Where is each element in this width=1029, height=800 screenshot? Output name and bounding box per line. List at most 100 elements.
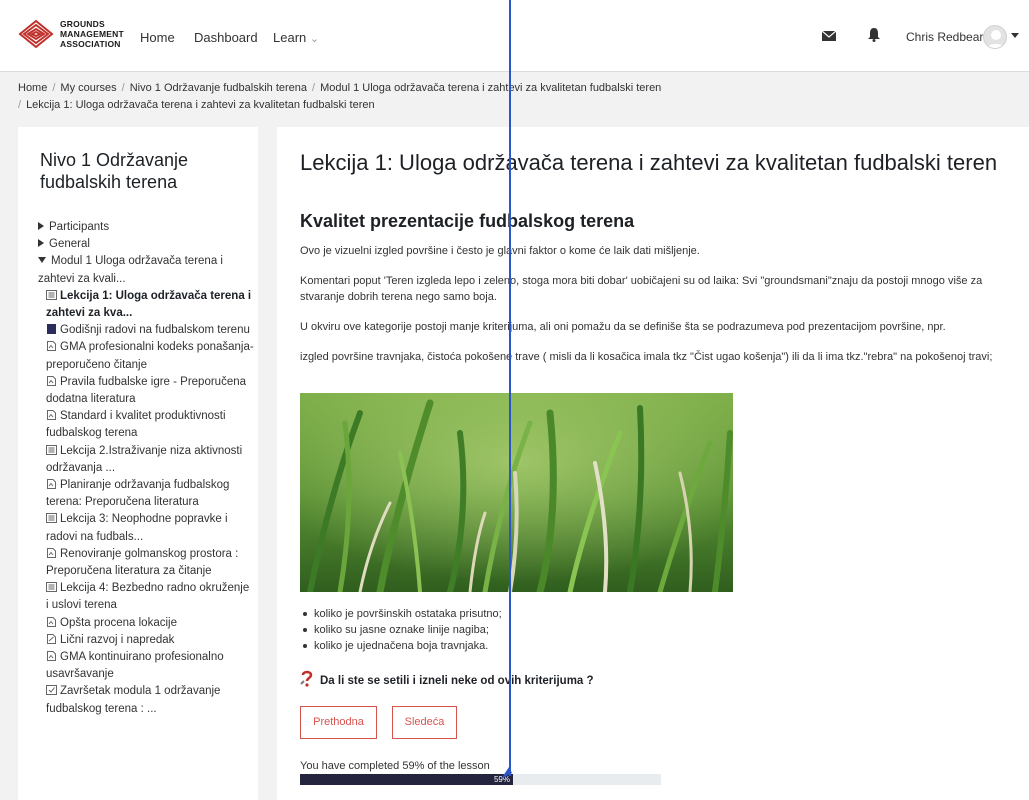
file-icon	[47, 547, 56, 558]
nav-learn-label: Learn	[273, 30, 307, 45]
previous-button[interactable]: Prethodna	[300, 706, 377, 739]
triangle-down-icon	[38, 257, 46, 264]
sidebar-list: Participants General Modul 1 Uloga održa…	[38, 219, 254, 718]
file-edit-icon	[47, 633, 56, 644]
sidebar-course-title[interactable]: Nivo 1 Održavanje fudbalskih terena	[40, 149, 240, 193]
breadcrumb-module[interactable]: Modul 1 Uloga održavača terena i zahtevi…	[320, 82, 661, 94]
sidebar-item-label: Završetak modula 1 održavanje fudbalskog…	[46, 685, 221, 715]
lesson-subtitle: Kvalitet prezentacije fudbalskog terena	[300, 211, 635, 231]
paragraph: izgled površine travnjaka, čistoća pokoš…	[300, 351, 993, 363]
sidebar-item-pravila[interactable]: Pravila fudbalske igre - Preporučena dod…	[38, 374, 254, 408]
file-icon	[47, 651, 56, 662]
breadcrumb-separator: /	[312, 82, 316, 94]
sidebar-item-label: Lekcija 1: Uloga održavača terena i zaht…	[46, 289, 252, 320]
caret-icon[interactable]	[1011, 33, 1019, 38]
bell-icon[interactable]	[868, 28, 880, 42]
sidebar-item-standard[interactable]: Standard i kvalitet produktivnosti fudba…	[38, 408, 254, 442]
breadcrumb-separator: /	[121, 82, 125, 94]
page-title: Lekcija 1: Uloga održavača terena i zaht…	[300, 150, 998, 175]
nav-home-link[interactable]: Home	[140, 30, 175, 45]
sidebar-item-label: General	[49, 238, 90, 251]
progress-text: You have completed 59% of the lesson	[300, 760, 490, 772]
user-name[interactable]: Chris Redbear	[906, 30, 983, 44]
sidebar-item-label: Godišnji radovi na fudbalskom terenu	[60, 324, 250, 337]
file-icon	[47, 341, 56, 352]
sidebar-item-label: Renoviranje golmanskog prostora : Prepor…	[46, 547, 239, 578]
grass-image	[300, 393, 733, 592]
sidebar-item-participants[interactable]: Participants	[38, 219, 254, 236]
sidebar-item-label: Opšta procena lokacije	[60, 616, 177, 629]
progress-bar: 59%	[300, 774, 661, 785]
progress-fill: 59%	[300, 774, 513, 785]
breadcrumb-my-courses[interactable]: My courses	[60, 82, 116, 94]
file-icon	[47, 410, 56, 421]
paragraph: Komentari poput 'Teren izgleda lepo i ze…	[300, 275, 983, 303]
logo[interactable]: GROUNDS MANAGEMENT ASSOCIATION	[18, 18, 124, 54]
annotation-line	[509, 0, 511, 770]
sidebar-item-label: GMA kontinuirano profesionalno usavršava…	[46, 651, 224, 681]
main-content: Lekcija 1: Uloga održavača terena i zaht…	[277, 127, 1029, 800]
question-label: Da li ste se setili i izneli neke od ovi…	[320, 675, 594, 687]
sidebar-item-label: Lekcija 3: Neophodne popravke i radovi n…	[46, 513, 228, 543]
triangle-right-icon	[38, 222, 44, 230]
sidebar-item-modul-1[interactable]: Modul 1 Uloga održavača terena i zahtevi…	[38, 253, 254, 287]
sidebar-item-gma-kodeks[interactable]: GMA profesionalni kodeks ponašanja-prepo…	[38, 339, 254, 373]
breadcrumb-separator: /	[52, 82, 56, 94]
lesson-icon	[46, 582, 57, 593]
question-text: Da li ste se setili i izneli neke od ovi…	[300, 670, 594, 688]
sidebar-item-label: Participants	[49, 221, 110, 233]
list-item: koliko su jasne oznake linije nagiba;	[300, 622, 502, 638]
sidebar-item-general[interactable]: General	[38, 236, 254, 253]
file-icon	[47, 479, 56, 490]
breadcrumb-home[interactable]: Home	[18, 82, 47, 94]
sidebar-item-licni-razvoj[interactable]: Lični razvoj i napredak	[38, 632, 254, 649]
lesson-icon	[46, 289, 57, 300]
paragraph: Ovo je vizuelni izgled površine i često …	[300, 245, 700, 257]
next-button[interactable]: Sledeća	[392, 706, 457, 739]
nav-dashboard-link[interactable]: Dashboard	[194, 30, 258, 45]
question-mark-icon	[300, 670, 313, 687]
user-avatar-icon	[986, 30, 1006, 48]
logo-text: GROUNDS MANAGEMENT ASSOCIATION	[60, 19, 124, 49]
logo-mark-icon	[18, 19, 54, 49]
quiz-icon	[46, 685, 57, 696]
file-icon	[47, 616, 56, 627]
sidebar-item-lekcija-1[interactable]: Lekcija 1: Uloga održavača terena i zaht…	[38, 288, 254, 322]
lesson-icon	[46, 513, 57, 524]
book-icon	[47, 324, 56, 335]
sidebar-item-planiranje[interactable]: Planiranje održavanja fudbalskog terena:…	[38, 477, 254, 511]
mail-icon[interactable]	[822, 31, 836, 41]
nav-learn-link[interactable]: Learn ⌄	[273, 30, 319, 45]
sidebar-item-label: Lični razvoj i napredak	[60, 633, 175, 646]
sidebar-item-lekcija-4[interactable]: Lekcija 4: Bezbedno radno okruženje i us…	[38, 580, 254, 614]
sidebar-item-opsta-procena[interactable]: Opšta procena lokacije	[38, 615, 254, 632]
breadcrumb: Home / My courses / Nivo 1 Održavanje fudbal…	[18, 80, 1008, 114]
list-item: koliko je površinskih ostataka prisutno;	[300, 606, 502, 622]
breadcrumb-lesson[interactable]: Lekcija 1: Uloga održavača terena i zaht…	[26, 99, 375, 111]
annotation-arrow-icon	[501, 765, 512, 779]
sidebar-item-renoviranje[interactable]: Renoviranje golmanskog prostora : Prepor…	[38, 546, 254, 580]
triangle-right-icon	[38, 239, 44, 248]
avatar[interactable]	[983, 25, 1007, 49]
lesson-icon	[46, 444, 57, 455]
breadcrumb-course[interactable]: Nivo 1 Održavanje fudbalskih terena	[130, 82, 307, 94]
sidebar-item-label: Planiranje održavanja fudbalskog terena:…	[46, 479, 230, 509]
sidebar-item-lekcija-2[interactable]: Lekcija 2.Istraživanje niza aktivnosti o…	[38, 443, 254, 477]
chevron-down-icon: ⌄	[309, 33, 320, 45]
sidebar-item-godisnji-radovi[interactable]: Godišnji radovi na fudbalskom terenu	[38, 322, 254, 339]
sidebar-item-label: GMA profesionalni kodeks ponašanja-prepo…	[46, 341, 254, 371]
sidebar-item-label: Lekcija 4: Bezbedno radno okruženje i us…	[46, 582, 250, 612]
sidebar-item-label: Pravila fudbalske igre - Preporučena dod…	[46, 375, 247, 406]
criteria-list: koliko je površinskih ostataka prisutno;…	[300, 606, 502, 654]
course-index-sidebar: Nivo 1 Održavanje fudbalskih terena Part…	[18, 127, 258, 800]
sidebar-item-label: Modul 1 Uloga održavača terena i zahtevi…	[38, 255, 223, 285]
file-icon	[47, 375, 56, 386]
breadcrumb-separator: /	[18, 99, 22, 111]
sidebar-item-zavrsetak[interactable]: Završetak modula 1 održavanje fudbalskog…	[38, 683, 254, 717]
sidebar-item-gma-kontinuirano[interactable]: GMA kontinuirano profesionalno usavršava…	[38, 649, 254, 683]
sidebar-item-lekcija-3[interactable]: Lekcija 3: Neophodne popravke i radovi n…	[38, 511, 254, 545]
sidebar-item-label: Lekcija 2.Istraživanje niza aktivnosti o…	[46, 444, 243, 474]
sidebar-item-label: Standard i kvalitet produktivnosti fudba…	[46, 410, 226, 440]
list-item: koliko je ujednačena boja travnjaka.	[300, 638, 502, 654]
paragraph: U okviru ove kategorije postoji manje kr…	[300, 321, 946, 333]
